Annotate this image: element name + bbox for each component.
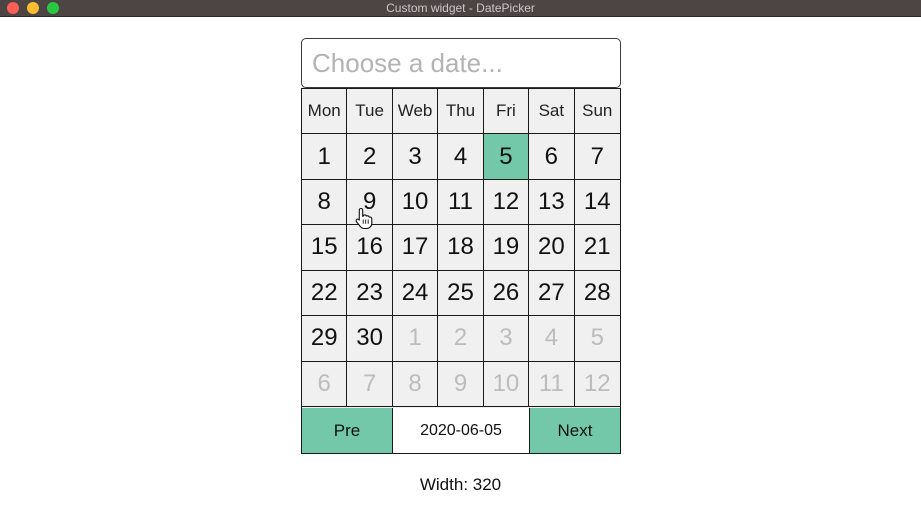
day-cell-other-month[interactable]: 2 xyxy=(438,316,484,362)
title-bar: Custom widget - DatePicker xyxy=(0,0,921,17)
day-cell-other-month[interactable]: 9 xyxy=(438,361,484,407)
previous-month-button[interactable]: Pre xyxy=(302,408,393,453)
day-cell-other-month[interactable]: 7 xyxy=(347,361,393,407)
width-label: Width: 320 xyxy=(419,475,502,494)
day-cell[interactable]: 1 xyxy=(302,134,348,180)
day-cell[interactable]: 13 xyxy=(529,179,575,226)
window-title: Custom widget - DatePicker xyxy=(386,1,535,15)
day-cell[interactable]: 11 xyxy=(438,179,484,226)
day-cell-other-month[interactable]: 8 xyxy=(392,361,439,407)
day-cell[interactable]: 7 xyxy=(574,134,620,180)
day-cell-other-month[interactable]: 1 xyxy=(392,316,439,362)
day-cell[interactable]: 19 xyxy=(483,225,530,271)
day-cell[interactable]: 18 xyxy=(438,225,484,271)
weekday-header: Sun xyxy=(574,89,620,135)
day-cell[interactable]: 27 xyxy=(529,270,575,317)
day-cell-other-month[interactable]: 4 xyxy=(529,316,575,362)
next-month-button[interactable]: Next xyxy=(529,408,620,453)
day-cell[interactable]: 26 xyxy=(483,270,530,317)
day-cell-other-month[interactable]: 10 xyxy=(483,361,530,407)
day-cell-other-month[interactable]: 3 xyxy=(483,316,530,362)
day-cell[interactable]: 30 xyxy=(347,316,393,362)
current-date-display: 2020-06-05 xyxy=(393,408,529,453)
weekday-header: Tue xyxy=(347,89,393,135)
day-cell[interactable]: 17 xyxy=(392,225,439,271)
day-cell[interactable]: 14 xyxy=(574,179,620,226)
day-cell[interactable]: 3 xyxy=(392,134,439,180)
day-cell-other-month[interactable]: 11 xyxy=(529,361,575,407)
weekday-header: Mon xyxy=(302,89,348,135)
day-cell[interactable]: 6 xyxy=(529,134,575,180)
day-cell[interactable]: 8 xyxy=(302,179,348,226)
day-cell-other-month[interactable]: 6 xyxy=(302,361,348,407)
day-cell[interactable]: 21 xyxy=(574,225,620,271)
weekday-header: Web xyxy=(392,89,439,135)
day-cell-other-month[interactable]: 5 xyxy=(574,316,620,362)
day-cell[interactable]: 20 xyxy=(529,225,575,271)
weekday-header: Fri xyxy=(483,89,530,135)
weekday-header: Sat xyxy=(529,89,575,135)
day-cell[interactable]: 24 xyxy=(392,270,439,317)
hand-pointer-cursor-icon xyxy=(355,207,373,229)
day-cell[interactable]: 25 xyxy=(438,270,484,317)
day-cell[interactable]: 23 xyxy=(347,270,393,317)
day-cell[interactable]: 2 xyxy=(347,134,393,180)
day-cell[interactable]: 16 xyxy=(347,225,393,271)
calendar: Mon Tue Web Thu Fri Sat Sun 1 2 3 4 5 6 7 8 9 10 11 12 13 14… xyxy=(301,88,621,454)
day-cell[interactable]: 28 xyxy=(574,270,620,317)
day-cell-other-month[interactable]: 12 xyxy=(574,361,620,407)
day-cell[interactable]: 4 xyxy=(438,134,484,180)
day-cell-selected[interactable]: 5 xyxy=(483,134,530,180)
day-cell[interactable]: 22 xyxy=(302,270,348,317)
day-cell[interactable]: 15 xyxy=(302,225,348,271)
weekday-header: Thu xyxy=(438,89,484,135)
day-cell[interactable]: 10 xyxy=(392,179,439,226)
day-cell[interactable]: 12 xyxy=(483,179,530,226)
calendar-grid: Mon Tue Web Thu Fri Sat Sun 1 2 3 4 5 6 7 8 9 10 11 12 13 14… xyxy=(302,89,620,407)
calendar-footer: Pre 2020-06-05 Next xyxy=(302,408,620,453)
day-cell[interactable]: 29 xyxy=(302,316,348,362)
date-input[interactable] xyxy=(301,38,621,88)
